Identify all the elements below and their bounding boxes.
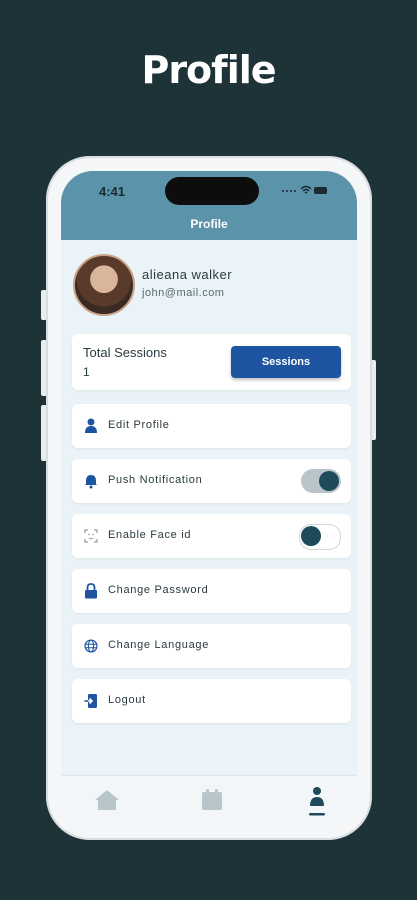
sessions-card: Total Sessions 1 Sessions [72,334,351,390]
sessions-button[interactable]: Sessions [231,346,341,378]
user-name: alieana walker [142,267,233,282]
page-headline: Profile [141,48,276,92]
bell-icon [85,475,97,489]
push-notification-toggle[interactable] [301,469,341,493]
logout-icon [84,694,97,708]
menu-item-label: Push Notification [108,474,203,486]
menu-item-label: Enable Face id [108,529,192,541]
menu-item-face-id[interactable]: Enable Face id [72,514,351,558]
dynamic-island [165,177,259,205]
home-icon [95,790,119,810]
menu-item-change-password[interactable]: Change Password [72,569,351,613]
sessions-label: Total Sessions [83,345,167,360]
lock-icon [85,583,97,599]
phone-screen: 4:41 Profile alieana walker john@mail.co… [61,171,357,825]
nav-home[interactable] [77,776,137,825]
toggle-knob [319,471,339,491]
user-email: john@mail.com [142,287,225,299]
sessions-count: 1 [83,365,90,379]
profile-icon [309,787,325,816]
signal-wifi-battery-icon [282,185,327,194]
menu-item-label: Logout [108,694,146,706]
nav-profile[interactable] [287,776,347,825]
menu-item-change-language[interactable]: Change Language [72,624,351,668]
menu-item-label: Edit Profile [108,419,170,431]
face-id-icon [84,529,98,543]
avatar[interactable] [73,254,135,316]
person-icon [85,418,97,433]
menu-item-push-notification[interactable]: Push Notification [72,459,351,503]
menu-item-label: Change Password [108,584,209,596]
status-time: 4:41 [99,184,126,199]
menu-item-edit-profile[interactable]: Edit Profile [72,404,351,448]
status-icons [281,184,329,199]
menu-item-logout[interactable]: Logout [72,679,351,723]
app-header: 4:41 Profile [61,171,357,240]
globe-icon [84,639,98,653]
toggle-knob [301,526,321,546]
bottom-nav [61,775,357,825]
nav-calendar[interactable] [181,776,241,825]
screen-title: Profile [190,217,228,231]
face-id-toggle[interactable] [299,524,341,550]
calendar-icon [202,789,222,810]
menu-item-label: Change Language [108,639,210,651]
